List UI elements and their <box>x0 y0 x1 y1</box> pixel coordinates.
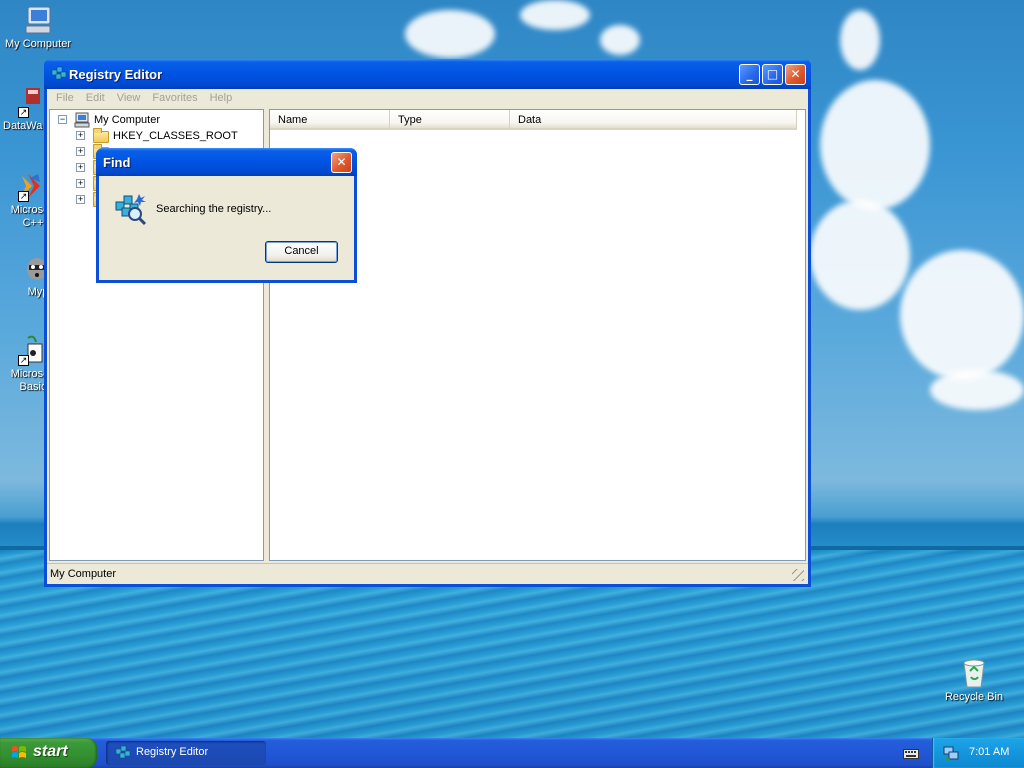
cloud <box>840 10 880 70</box>
dialog-title: Find <box>103 155 131 170</box>
window-titlebar[interactable]: Registry Editor _ □ ✕ <box>44 59 811 89</box>
status-text: My Computer <box>50 568 117 580</box>
cloud <box>810 200 910 310</box>
cloud <box>520 0 590 30</box>
cloud <box>900 250 1024 380</box>
my-computer-icon <box>22 4 54 36</box>
collapse-icon[interactable]: − <box>58 115 67 124</box>
desktop-icon-recycle-bin[interactable]: Recycle Bin <box>936 657 1012 704</box>
menu-edit[interactable]: Edit <box>80 89 111 107</box>
dialog-close-button[interactable]: ✕ <box>331 152 352 173</box>
expand-icon[interactable]: + <box>76 147 85 156</box>
menu-bar: File Edit View Favorites Help <box>47 89 808 107</box>
recycle-bin-icon <box>958 657 990 689</box>
expand-icon[interactable]: + <box>76 195 85 204</box>
expand-icon[interactable]: + <box>76 163 85 172</box>
dialog-titlebar[interactable]: Find ✕ <box>96 148 357 176</box>
datawa-icon: ↗ <box>12 86 44 118</box>
column-header-name[interactable]: Name <box>270 110 390 130</box>
folder-icon <box>93 128 109 143</box>
registry-editor-window[interactable]: Registry Editor _ □ ✕ File Edit View Fav… <box>44 59 811 587</box>
minimize-icon: _ <box>746 67 753 81</box>
status-bar: My Computer <box>47 563 808 584</box>
close-icon: ✕ <box>790 67 801 81</box>
shortcut-arrow-icon: ↗ <box>18 191 29 202</box>
dialog-body: Searching the registry... Cancel <box>99 176 354 280</box>
taskbar: start Registry Editor 7:01 AM <box>0 738 1024 768</box>
menu-favorites[interactable]: Favorites <box>146 89 203 107</box>
maximize-icon: □ <box>766 67 779 81</box>
close-icon: ✕ <box>336 155 347 169</box>
computer-icon <box>74 112 90 128</box>
menu-view[interactable]: View <box>111 89 147 107</box>
regedit-icon <box>51 66 67 82</box>
cloud <box>930 370 1024 410</box>
cloud <box>820 80 930 210</box>
expand-icon[interactable]: + <box>76 179 85 188</box>
cloud <box>405 10 495 58</box>
shortcut-arrow-icon: ↗ <box>18 107 29 118</box>
desktop-icon-my-computer[interactable]: My Computer <box>0 4 76 51</box>
maximize-button[interactable]: □ <box>762 64 783 85</box>
visual-cpp-icon: ↗ <box>12 170 44 202</box>
column-header-data[interactable]: Data <box>510 110 797 130</box>
search-registry-icon <box>113 192 147 226</box>
find-dialog[interactable]: Find ✕ Searching the registry... Cancel <box>96 148 357 283</box>
keyboard-icon[interactable] <box>903 746 919 760</box>
system-tray: 7:01 AM <box>932 738 1024 768</box>
minimize-button[interactable]: _ <box>739 64 760 85</box>
regedit-icon <box>115 745 131 761</box>
network-icon[interactable] <box>943 745 959 761</box>
clock[interactable]: 7:01 AM <box>969 746 1009 758</box>
dialog-message: Searching the registry... <box>156 203 272 215</box>
close-button[interactable]: ✕ <box>785 64 806 85</box>
resize-grip-icon[interactable] <box>792 569 804 581</box>
visual-basic-icon: ↗ <box>12 334 44 366</box>
menu-help[interactable]: Help <box>204 89 239 107</box>
menu-file[interactable]: File <box>50 89 80 107</box>
window-title: Registry Editor <box>69 67 163 82</box>
windows-logo-icon <box>11 745 27 761</box>
shortcut-arrow-icon: ↗ <box>18 355 29 366</box>
column-header-type[interactable]: Type <box>390 110 510 130</box>
start-button[interactable]: start <box>0 738 97 768</box>
taskbar-item-registry-editor[interactable]: Registry Editor <box>106 741 266 765</box>
expand-icon[interactable]: + <box>76 131 85 140</box>
cancel-button[interactable]: Cancel <box>265 241 338 263</box>
cloud <box>600 25 640 55</box>
